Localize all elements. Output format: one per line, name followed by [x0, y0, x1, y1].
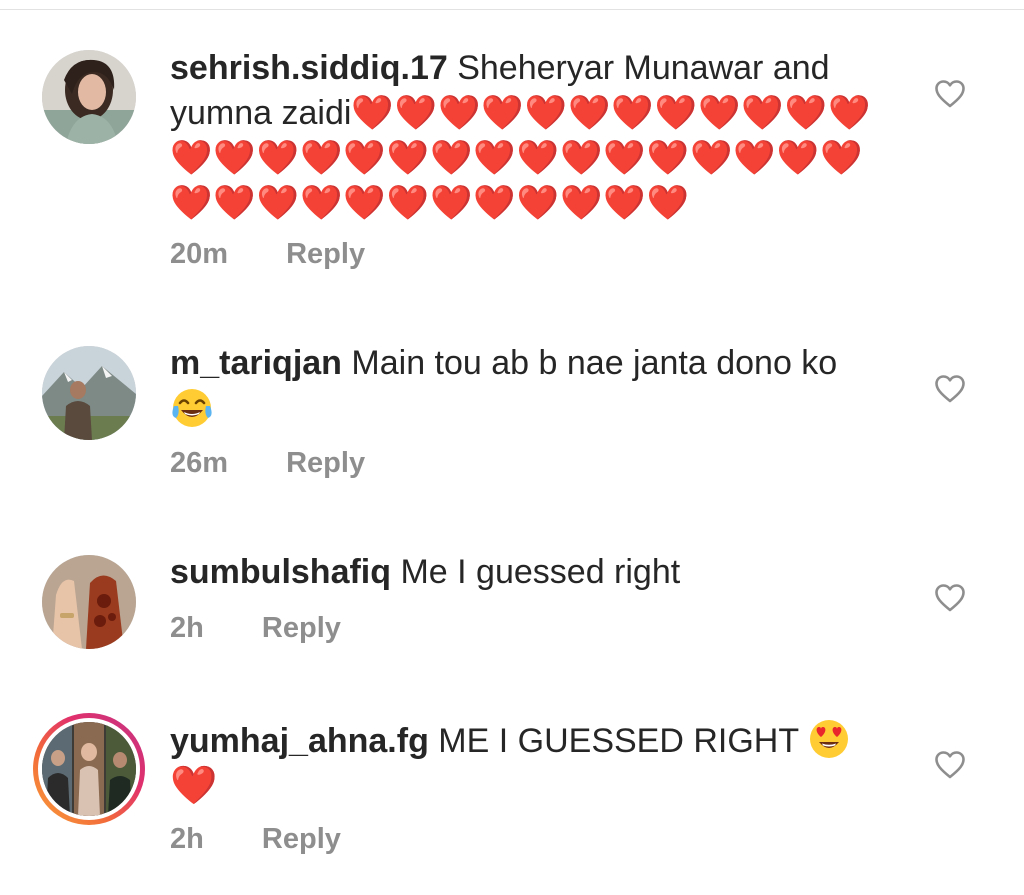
heart-outline-icon[interactable] [934, 374, 966, 404]
avatar[interactable] [42, 555, 136, 649]
heart-outline-icon[interactable] [934, 750, 966, 780]
heart-outline-icon[interactable] [934, 79, 966, 109]
comment-username[interactable]: sumbulshafiq [170, 553, 391, 591]
comment-timestamp: 20m [170, 238, 229, 270]
comment-text: ME I GUESSED RIGHT [438, 722, 799, 760]
comment-timestamp: 2h [170, 823, 204, 855]
avatar[interactable] [42, 50, 136, 144]
comment-timestamp: 2h [170, 612, 204, 644]
comment-body: m_tariqjan Main tou ab b nae janta dono … [170, 341, 890, 434]
tears-of-joy-emoji-icon [170, 386, 214, 430]
story-ring[interactable] [33, 713, 145, 825]
red-heart-emoji-icon: ❤️ [170, 765, 219, 807]
comment-body: sehrish.siddiq.17 Sheheryar Munawar and … [170, 46, 890, 226]
avatar-photo [42, 50, 136, 144]
comment-username[interactable]: yumhaj_ahna.fg [170, 722, 429, 760]
reply-button[interactable]: Reply [262, 823, 341, 855]
comment-meta: 26m Reply [170, 447, 365, 480]
comment-text: Me I guessed right [400, 553, 681, 591]
avatar[interactable] [42, 722, 136, 816]
comment-username[interactable]: sehrish.siddiq.17 [170, 49, 448, 87]
heart-eyes-emoji-icon [808, 718, 850, 760]
comment-body: yumhaj_ahna.fg ME I GUESSED RIGHT ❤️ 😍❤️ [170, 718, 890, 810]
reply-button[interactable]: Reply [286, 238, 365, 270]
heart-outline-icon[interactable] [934, 583, 966, 613]
comment-meta: 2h Reply [170, 612, 341, 645]
top-divider [0, 9, 1024, 10]
comment-meta: 2h Reply [170, 823, 341, 856]
reply-button[interactable]: Reply [262, 612, 341, 644]
avatar-photo [42, 346, 136, 440]
avatar-photo [42, 555, 136, 649]
comment-timestamp: 26m [170, 447, 229, 479]
comment-body: sumbulshafiq Me I guessed right [170, 550, 890, 595]
comment-username[interactable]: m_tariqjan [170, 344, 342, 382]
avatar[interactable] [42, 346, 136, 440]
comment-meta: 20m Reply [170, 238, 365, 271]
comment-text: Main tou ab b nae janta dono ko [351, 344, 838, 382]
reply-button[interactable]: Reply [286, 447, 365, 479]
avatar-photo [42, 722, 136, 816]
